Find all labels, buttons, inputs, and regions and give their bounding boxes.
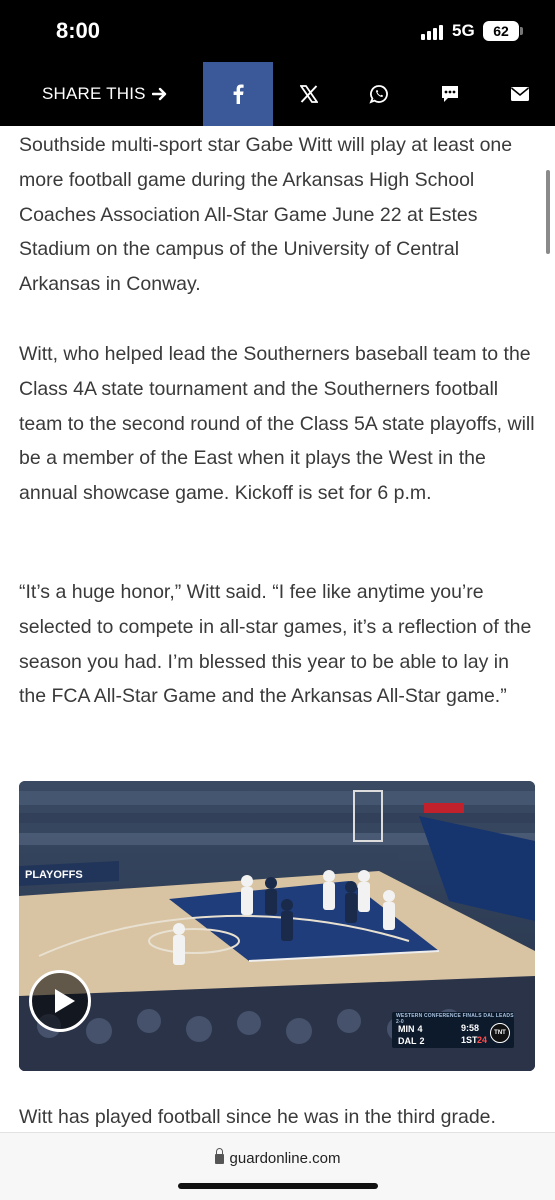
share-this-label: SHARE THIS <box>42 84 168 104</box>
playoffs-banner: PLAYOFFS <box>25 869 83 881</box>
share-bar: SHARE THIS <box>0 62 555 126</box>
status-bar: 8:00 5G 62 <box>0 0 555 62</box>
team-name: MIN <box>398 1024 415 1034</box>
lock-icon <box>214 1148 224 1164</box>
url-bar[interactable]: guardonline.com <box>0 1148 555 1167</box>
scorebug-team-row: DAL 2 <box>398 1035 425 1047</box>
scorebug: WESTERN CONFERENCE FINALS DAL LEADS 2-0 … <box>392 1012 514 1048</box>
shot-clock: 24 <box>477 1035 488 1045</box>
play-button[interactable] <box>29 970 91 1032</box>
article-paragraph: “It’s a huge honor,” Witt said. “I fee l… <box>19 581 532 708</box>
facebook-icon <box>233 84 244 104</box>
facebook-share-button[interactable] <box>203 62 273 126</box>
article-paragraph: Southside multi-sport star Gabe Witt wil… <box>19 134 513 296</box>
mail-icon <box>510 87 529 101</box>
x-share-button[interactable] <box>273 62 344 126</box>
scorebug-team-row: MIN 4 <box>398 1023 423 1035</box>
whatsapp-share-button[interactable] <box>343 62 414 126</box>
clock: 8:00 <box>56 18 101 43</box>
sms-share-button[interactable] <box>414 62 485 126</box>
game-clock: 9:58 <box>461 1023 480 1033</box>
x-icon <box>299 85 318 103</box>
article-paragraph: Witt has played football since he was in… <box>19 1106 496 1128</box>
game-period: 1ST <box>461 1035 478 1045</box>
home-indicator[interactable] <box>178 1183 378 1189</box>
browser-bottom-bar: guardonline.com <box>0 1132 555 1200</box>
team-score: 4 <box>417 1024 423 1034</box>
sms-icon <box>441 86 458 102</box>
whatsapp-icon <box>368 85 388 104</box>
team-name: DAL <box>398 1036 417 1046</box>
battery-tip <box>520 27 523 35</box>
network-logo: TNT <box>490 1023 510 1043</box>
article-paragraph: Witt, who helped lead the Southerners ba… <box>19 343 535 505</box>
signal-strength-icon <box>421 24 447 40</box>
email-share-button[interactable] <box>484 62 555 126</box>
scrollbar[interactable] <box>546 170 550 254</box>
arrow-right-icon <box>151 87 166 101</box>
team-score: 2 <box>419 1036 425 1046</box>
url-text: guardonline.com <box>229 1150 341 1167</box>
network-type: 5G <box>452 21 475 40</box>
battery-icon: 62 <box>483 21 519 41</box>
share-label-text: SHARE THIS <box>42 84 146 103</box>
